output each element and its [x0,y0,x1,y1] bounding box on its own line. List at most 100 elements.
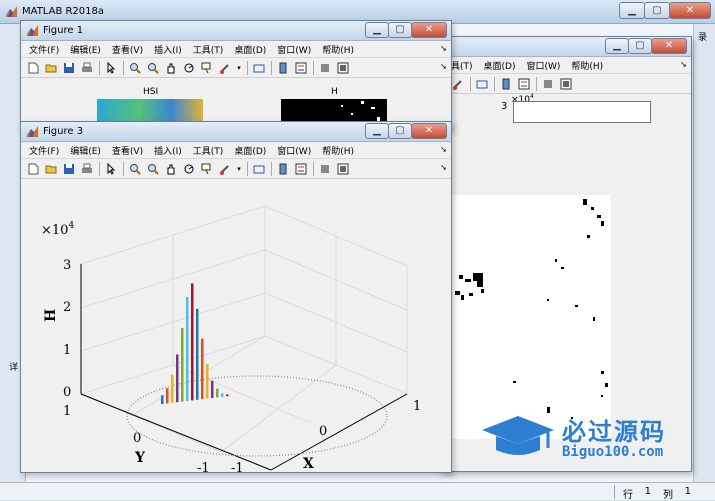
link-icon[interactable] [475,77,489,91]
menu-window[interactable]: 窗口(W) [277,144,311,157]
figure2-menu-tools[interactable]: 具(T) [451,59,473,72]
zoom-in-icon[interactable] [128,61,142,75]
menu-insert[interactable]: 插入(I) [154,144,182,157]
figure2-menu-help[interactable]: 帮助(H) [571,59,603,72]
save-icon[interactable] [62,162,76,176]
open-file-icon[interactable] [44,162,58,176]
menu-edit[interactable]: 编辑(E) [70,144,101,157]
figure2-maximize-button[interactable]: ▢ [628,38,652,54]
print-icon[interactable] [80,61,94,75]
figure2-toolbar [441,74,691,94]
histogram-bar [191,283,194,401]
figure1-minimize-button[interactable]: ▁ [365,22,389,38]
colorbar-icon[interactable] [276,61,290,75]
main-window-controls: ▁ ▢ ✕ [619,2,711,19]
toolbar-overflow-icon[interactable]: ➘ [440,62,447,71]
status-bar: 行 1 列 1 [0,482,715,501]
open-file-icon[interactable] [44,61,58,75]
menu-overflow-icon[interactable]: ➘ [440,145,447,154]
menu-overflow-icon[interactable]: ➘ [440,44,447,53]
figure1-maximize-button[interactable]: ▢ [388,22,412,38]
pan-icon[interactable] [164,162,178,176]
menu-window[interactable]: 窗口(W) [277,43,311,56]
histogram-bar [176,354,179,403]
new-file-icon[interactable] [26,162,40,176]
figure3-minimize-button[interactable]: ▁ [365,123,389,139]
zoom-in-icon[interactable] [128,162,142,176]
menu-desktop[interactable]: 桌面(D) [234,43,266,56]
dropdown-arrow-icon[interactable]: ▾ [236,162,242,176]
matlab-figure-icon [27,126,38,137]
pan-icon[interactable] [164,61,178,75]
menu-tools[interactable]: 工具(T) [193,43,224,56]
plot-axes [80,264,408,471]
figure2-axis-tick: 3 [501,101,508,112]
3d-bar-plot[interactable]: 0 1 2 3 1 0 -1 -1 0 1 ×104 H Y X [21,180,451,472]
show-plot-tools-icon[interactable] [336,61,350,75]
figure2-menu-window[interactable]: 窗口(W) [526,59,560,72]
legend-icon[interactable] [517,77,531,91]
menu-file[interactable]: 文件(F) [29,144,59,157]
pointer-icon[interactable] [104,61,118,75]
menu-insert[interactable]: 插入(I) [154,43,182,56]
histogram-bar [206,363,209,399]
figure2-menu-overflow-icon[interactable]: ➘ [680,60,687,69]
figure2-minimize-button[interactable]: ▁ [605,38,629,54]
figure2-close-button[interactable]: ✕ [651,38,687,54]
zoom-out-icon[interactable] [146,162,160,176]
save-icon[interactable] [62,61,76,75]
menu-help[interactable]: 帮助(H) [322,144,354,157]
hide-plot-tools-icon[interactable] [541,77,555,91]
hide-plot-tools-icon[interactable] [318,61,332,75]
rotate-3d-icon[interactable] [182,61,196,75]
brush-icon[interactable] [218,61,232,75]
figure3-close-button[interactable]: ✕ [411,123,447,139]
y-tick-neg1: -1 [197,461,210,472]
zoom-out-icon[interactable] [146,61,160,75]
figure1-close-button[interactable]: ✕ [411,22,447,38]
figure1-titlebar: Figure 1 ▁ ▢ ✕ [21,21,451,41]
menu-edit[interactable]: 编辑(E) [70,43,101,56]
brush-icon[interactable] [218,162,232,176]
histogram-bar [171,374,174,403]
menu-file[interactable]: 文件(F) [29,43,59,56]
legend-icon[interactable] [294,61,308,75]
data-cursor-icon[interactable] [200,61,214,75]
hide-plot-tools-icon[interactable] [318,162,332,176]
subplot-title-h: H [331,87,338,97]
menu-tools[interactable]: 工具(T) [193,144,224,157]
figure1-window[interactable]: Figure 1 ▁ ▢ ✕ 文件(F) 编辑(E) 查看(V) 插入(I) 工… [20,20,452,130]
brush-icon[interactable] [451,77,465,91]
menu-help[interactable]: 帮助(H) [322,43,354,56]
menu-desktop[interactable]: 桌面(D) [234,144,266,157]
y-tick-1: 1 [63,404,71,419]
data-cursor-icon[interactable] [200,162,214,176]
status-row-value: 1 [644,486,651,497]
show-plot-tools-icon[interactable] [559,77,573,91]
figure2-window[interactable]: ▁ ▢ ✕ 具(T) 桌面(D) 窗口(W) 帮助(H) ➘ 3 ×104 [440,36,692,472]
new-file-icon[interactable] [26,61,40,75]
figure3-maximize-button[interactable]: ▢ [388,123,412,139]
pointer-icon[interactable] [104,162,118,176]
dropdown-arrow-icon[interactable]: ▾ [236,61,242,75]
z-tick-3: 3 [63,258,71,273]
x-axis-label: X [303,456,314,472]
link-icon[interactable] [252,61,266,75]
link-icon[interactable] [252,162,266,176]
figure3-window[interactable]: Figure 3 ▁ ▢ ✕ 文件(F) 编辑(E) 查看(V) 插入(I) 工… [20,121,452,473]
toolbar-overflow-icon[interactable]: ➘ [440,163,447,172]
y-tick-0: 0 [133,431,141,446]
colorbar-icon[interactable] [499,77,513,91]
colorbar-icon[interactable] [276,162,290,176]
figure2-menu-desktop[interactable]: 桌面(D) [484,59,516,72]
rotate-3d-icon[interactable] [182,162,196,176]
show-plot-tools-icon[interactable] [336,162,350,176]
legend-icon[interactable] [294,162,308,176]
z-axis-label: H [43,309,59,322]
maximize-button[interactable]: ▢ [644,2,670,19]
close-button[interactable]: ✕ [669,2,711,19]
print-icon[interactable] [80,162,94,176]
menu-view[interactable]: 查看(V) [112,43,143,56]
menu-view[interactable]: 查看(V) [112,144,143,157]
minimize-button[interactable]: ▁ [619,2,645,19]
